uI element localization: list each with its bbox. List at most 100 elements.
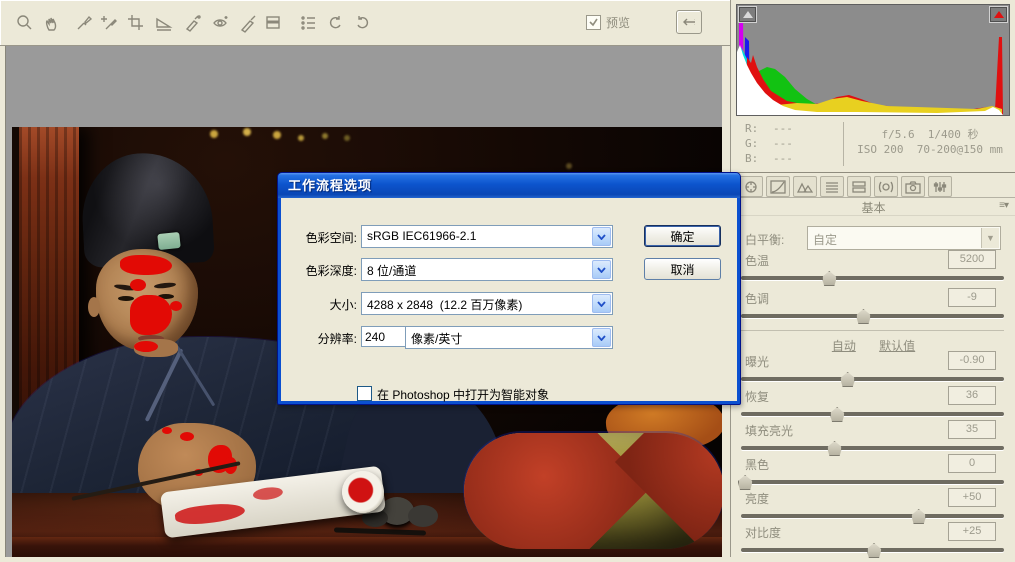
size-row: 大小: 4288 x 2848 (12.2 百万像素)	[281, 292, 737, 314]
presets-tab-icon[interactable]	[928, 176, 952, 197]
tint-label: 色调	[745, 290, 769, 307]
brightness-label: 亮度	[745, 490, 769, 507]
brightness-value[interactable]: +50	[948, 488, 996, 507]
cancel-button[interactable]: 取消	[644, 258, 721, 280]
color-sampler-tool-icon[interactable]	[96, 11, 120, 35]
white-balance-select[interactable]: 自定 ▼	[807, 226, 1001, 250]
slider-thumb[interactable]	[830, 407, 845, 422]
histogram	[736, 4, 1010, 116]
ok-button[interactable]: 确定	[644, 225, 721, 247]
panel-tabs	[731, 172, 1015, 198]
basic-panel-header: 基本 ≡▾	[731, 197, 1015, 216]
hand-tool-icon[interactable]	[41, 11, 65, 35]
photo-hat-jade	[157, 232, 181, 250]
resolution-unit-select[interactable]: 像素/英寸	[405, 326, 613, 349]
exposure-slider[interactable]	[741, 377, 1004, 381]
fill-light-slider[interactable]	[741, 446, 1004, 450]
exif-iso-lens: ISO 200 70-200@150 mm	[851, 143, 1009, 156]
contrast-slider[interactable]	[741, 548, 1004, 552]
highlight-clipping-warning-button[interactable]	[989, 6, 1008, 23]
tint-value[interactable]: -9	[948, 288, 996, 307]
tint-slider-row: 色调 -9	[741, 290, 1006, 328]
red-eye-tool-icon[interactable]	[209, 11, 233, 35]
tone-curve-tab-icon[interactable]	[766, 176, 790, 197]
toggle-fullscreen-button[interactable]	[676, 10, 702, 34]
color-depth-value: 8 位/通道	[367, 262, 416, 279]
smart-object-label: 在 Photoshop 中打开为智能对象	[377, 386, 549, 403]
size-label: 大小:	[281, 296, 357, 313]
slider-thumb[interactable]	[840, 372, 855, 387]
r-label: R:	[745, 122, 758, 135]
color-space-row: 色彩空间: sRGB IEC61966-2.1 确定	[281, 225, 737, 247]
graduated-filter-tool-icon[interactable]	[261, 11, 285, 35]
photo-stone	[408, 505, 438, 527]
white-balance-row: 白平衡: 自定 ▼	[731, 226, 1015, 250]
highlight-clipping-overlay	[170, 301, 182, 311]
slider-thumb[interactable]	[911, 509, 926, 524]
temperature-value[interactable]: 5200	[948, 250, 996, 269]
resolution-input[interactable]	[361, 326, 407, 347]
adjustment-brush-tool-icon[interactable]	[236, 11, 260, 35]
recovery-value[interactable]: 36	[948, 386, 996, 405]
smart-object-checkbox[interactable]	[357, 386, 372, 401]
contrast-slider-row: 对比度 +25	[741, 524, 1006, 562]
highlight-clipping-overlay	[252, 486, 283, 502]
panel-title: 基本	[731, 199, 1015, 216]
preview-checkbox[interactable]	[586, 15, 601, 30]
photo-man-ear	[88, 297, 100, 317]
split-toning-tab-icon[interactable]	[847, 176, 871, 197]
color-space-select[interactable]: sRGB IEC61966-2.1	[361, 225, 613, 248]
exposure-label: 曝光	[745, 353, 769, 370]
toolbar: 预览	[0, 0, 730, 46]
blacks-value[interactable]: 0	[948, 454, 996, 473]
dropdown-arrow-icon	[592, 227, 611, 246]
camera-calibration-tab-icon[interactable]	[901, 176, 925, 197]
slider-thumb[interactable]	[856, 309, 871, 324]
blacks-slider[interactable]	[741, 480, 1004, 484]
dialog-titlebar[interactable]: 工作流程选项	[278, 173, 740, 198]
tint-slider[interactable]	[741, 314, 1004, 318]
color-space-label: 色彩空间:	[281, 229, 357, 246]
slider-thumb[interactable]	[827, 441, 842, 456]
shadow-clipping-warning-button[interactable]	[738, 6, 757, 23]
rotate-right-tool-icon[interactable]	[350, 11, 374, 35]
default-link[interactable]: 默认值	[879, 339, 915, 353]
white-balance-tool-icon[interactable]	[72, 11, 96, 35]
color-space-value: sRGB IEC61966-2.1	[367, 229, 476, 243]
basic-tab-icon[interactable]	[739, 176, 763, 197]
lens-corrections-tab-icon[interactable]	[874, 176, 898, 197]
slider-thumb[interactable]	[822, 271, 837, 286]
dialog-title: 工作流程选项	[288, 178, 372, 193]
exposure-value[interactable]: -0.90	[948, 351, 996, 370]
size-select[interactable]: 4288 x 2848 (12.2 百万像素)	[361, 292, 613, 315]
fill-light-value[interactable]: 35	[948, 420, 996, 439]
workflow-options-dialog: 工作流程选项 色彩空间: sRGB IEC61966-2.1 确定 色彩深度: …	[277, 172, 741, 405]
image-info: R: --- G: --- B: --- f/5.6 1/400 秒 ISO 2…	[731, 116, 1015, 172]
preview-toggle: 预览	[586, 14, 630, 31]
straighten-tool-icon[interactable]	[152, 11, 176, 35]
histogram-plot	[737, 7, 1007, 115]
recovery-slider[interactable]	[741, 412, 1004, 416]
size-value: 4288 x 2848 (12.2 百万像素)	[367, 296, 522, 313]
slider-thumb[interactable]	[867, 543, 882, 558]
auto-link[interactable]: 自动	[832, 339, 856, 353]
detail-tab-icon[interactable]	[793, 176, 817, 197]
rotate-left-tool-icon[interactable]	[324, 11, 348, 35]
temperature-label: 色温	[745, 252, 769, 269]
spot-removal-tool-icon[interactable]	[181, 11, 205, 35]
crop-tool-icon[interactable]	[124, 11, 148, 35]
contrast-value[interactable]: +25	[948, 522, 996, 541]
preferences-tool-icon[interactable]	[297, 11, 321, 35]
hsl-grayscale-tab-icon[interactable]	[820, 176, 844, 197]
b-label: B:	[745, 152, 758, 165]
dropdown-arrow-icon	[592, 294, 611, 313]
fill-light-label: 填充亮光	[745, 422, 793, 439]
color-depth-select[interactable]: 8 位/通道	[361, 258, 613, 281]
slider-thumb[interactable]	[738, 475, 753, 490]
temperature-slider[interactable]	[741, 276, 1004, 280]
brightness-slider[interactable]	[741, 514, 1004, 518]
panel-menu-icon[interactable]: ≡▾	[999, 200, 1008, 211]
shadow-clip-triangle-icon	[743, 11, 753, 18]
white-balance-label: 白平衡:	[745, 231, 784, 248]
zoom-tool-icon[interactable]	[13, 11, 37, 35]
